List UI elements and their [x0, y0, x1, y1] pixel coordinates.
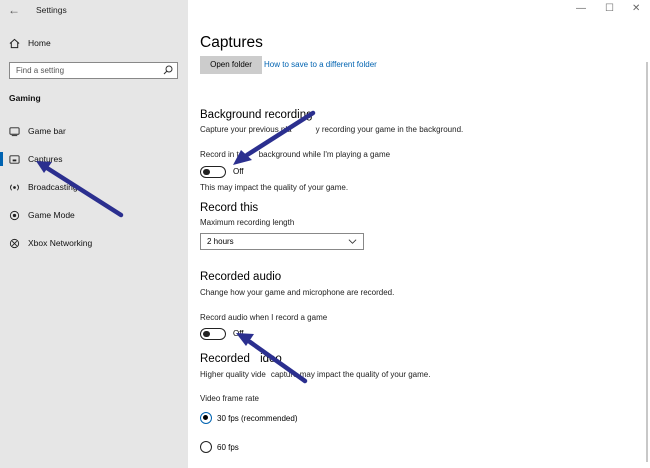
radio-30fps[interactable] — [200, 412, 212, 424]
xbox-icon — [8, 237, 20, 249]
recorded-audio-heading: Recorded audio — [200, 271, 282, 283]
recorded-video-description: Higher quality vide capture may impact th… — [200, 370, 430, 379]
sidebar-item-broadcasting[interactable]: Broadcasting — [8, 179, 78, 195]
minimize-button[interactable]: — — [576, 3, 586, 14]
save-folder-link[interactable]: How to save to a different folder — [264, 60, 377, 69]
search-input[interactable]: Find a setting — [9, 62, 178, 79]
recorded-video-heading: Recorded ideo — [200, 353, 282, 365]
search-icon[interactable] — [163, 65, 173, 75]
game-bar-icon — [8, 125, 20, 137]
sidebar-item-label: Xbox Networking — [28, 238, 93, 248]
background-toggle-state: Off — [233, 167, 244, 176]
section-title: Gaming — [9, 93, 41, 103]
chevron-down-icon — [348, 239, 357, 244]
close-button[interactable]: ✕ — [632, 3, 640, 14]
radio-60fps-label: 60 fps — [217, 443, 239, 452]
sidebar-item-home[interactable]: Home — [8, 35, 51, 51]
max-length-dropdown[interactable]: 2 hours — [200, 233, 364, 250]
sidebar-item-label: Broadcasting — [28, 182, 78, 192]
heading-start: Recorded — [200, 353, 254, 365]
description-end: capture may impact the quality of your g… — [270, 370, 431, 379]
maximize-button[interactable]: ☐ — [605, 3, 614, 14]
description-start: Higher quality vide — [200, 370, 266, 379]
sidebar-item-label: Game bar — [28, 126, 66, 136]
max-length-label: Maximum recording length — [200, 218, 295, 227]
background-toggle-label: Record in t background while I'm playing … — [200, 150, 390, 159]
toggle-knob — [203, 168, 210, 175]
game-mode-icon — [8, 209, 20, 221]
home-icon — [8, 37, 20, 49]
background-recording-description: Capture your previous pla y recording you… — [200, 125, 463, 134]
description-end: y recording your game in the background. — [315, 125, 464, 134]
sidebar-item-game-mode[interactable]: Game Mode — [8, 207, 75, 223]
sidebar-item-game-bar[interactable]: Game bar — [8, 123, 66, 139]
open-folder-button[interactable]: Open folder — [200, 56, 262, 74]
sidebar-item-label: Captures — [28, 154, 63, 164]
search-placeholder: Find a setting — [16, 66, 65, 75]
radio-30fps-label: 30 fps (recommended) — [217, 414, 298, 423]
recorded-audio-description: Change how your game and microphone are … — [200, 288, 395, 297]
description-start: Capture your previous pla — [200, 125, 292, 134]
radio-dot — [203, 415, 208, 420]
sidebar-item-captures[interactable]: Captures — [0, 151, 63, 167]
dropdown-value: 2 hours — [207, 237, 234, 246]
sidebar-item-label: Home — [28, 38, 51, 48]
sidebar-item-label: Game Mode — [28, 210, 75, 220]
audio-toggle-state: Off — [233, 329, 244, 338]
back-arrow-icon[interactable]: ← — [8, 3, 24, 17]
record-this-heading: Record this — [200, 202, 259, 214]
record-audio-toggle[interactable] — [200, 328, 226, 340]
captures-icon — [8, 153, 20, 165]
toggle-label-start: Record in t — [200, 150, 239, 159]
broadcasting-icon — [8, 181, 20, 193]
background-recording-heading: Background recording — [200, 109, 313, 121]
page-title: Captures — [200, 34, 263, 51]
background-recording-toggle[interactable] — [200, 166, 226, 178]
toggle-label-end: background while I'm playing a game — [258, 150, 391, 159]
toggle-knob — [203, 330, 210, 337]
heading-end: ideo — [260, 353, 282, 365]
sidebar-item-xbox-networking[interactable]: Xbox Networking — [8, 235, 92, 251]
app-title: Settings — [36, 5, 67, 15]
performance-note: This may impact the quality of your game… — [200, 183, 349, 192]
frame-rate-label: Video frame rate — [200, 394, 259, 403]
audio-toggle-label: Record audio when I record a game — [200, 313, 328, 322]
scrollbar[interactable] — [646, 62, 648, 462]
sidebar: ← Settings Home Find a setting Gaming Ga… — [0, 0, 188, 468]
radio-60fps[interactable] — [200, 441, 212, 453]
